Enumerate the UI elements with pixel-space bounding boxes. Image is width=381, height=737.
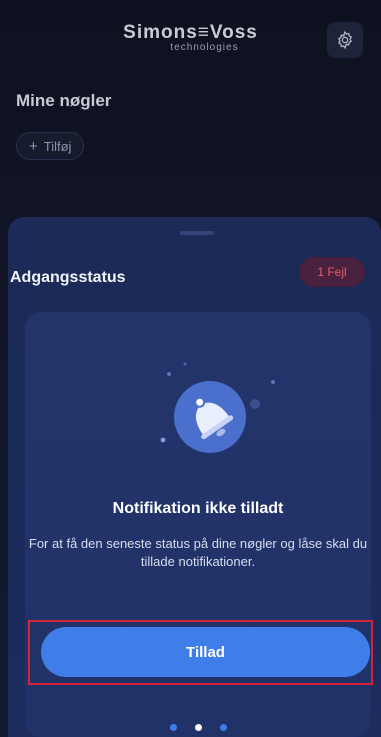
add-key-label: Tilføj [43,138,72,154]
pagination-dots [170,724,227,731]
gear-icon [337,30,353,50]
pagination-dot-active[interactable] [195,724,202,731]
page-title: Mine nøgler [16,91,112,110]
access-status-sheet: Adgangsstatus 1 Fejl Notifikation ikke t… [8,217,381,737]
sheet-title: Adgangsstatus [10,269,126,286]
notification-bell-icon [160,362,275,453]
pagination-dot[interactable] [220,724,227,731]
app-screen: Simons≡Voss technologies Mine nøgler + T… [0,0,381,737]
notification-description: For at få den seneste status på dine nøg… [28,536,368,569]
logo-sub-text: technologies [170,42,239,53]
settings-button[interactable] [327,22,363,58]
allow-notifications-button[interactable]: Tillad [41,627,370,677]
add-key-button[interactable]: + Tilføj [16,132,85,160]
sheet-drag-handle[interactable] [180,231,214,235]
error-count-badge[interactable]: 1 Fejl [299,257,365,287]
notification-title: Notifikation ikke tilladt [112,500,284,517]
pagination-dot[interactable] [170,724,177,731]
logo-main-text: Simons≡Voss [123,22,258,43]
brand-logo: Simons≡Voss technologies [0,22,381,53]
plus-icon: + [29,137,38,155]
